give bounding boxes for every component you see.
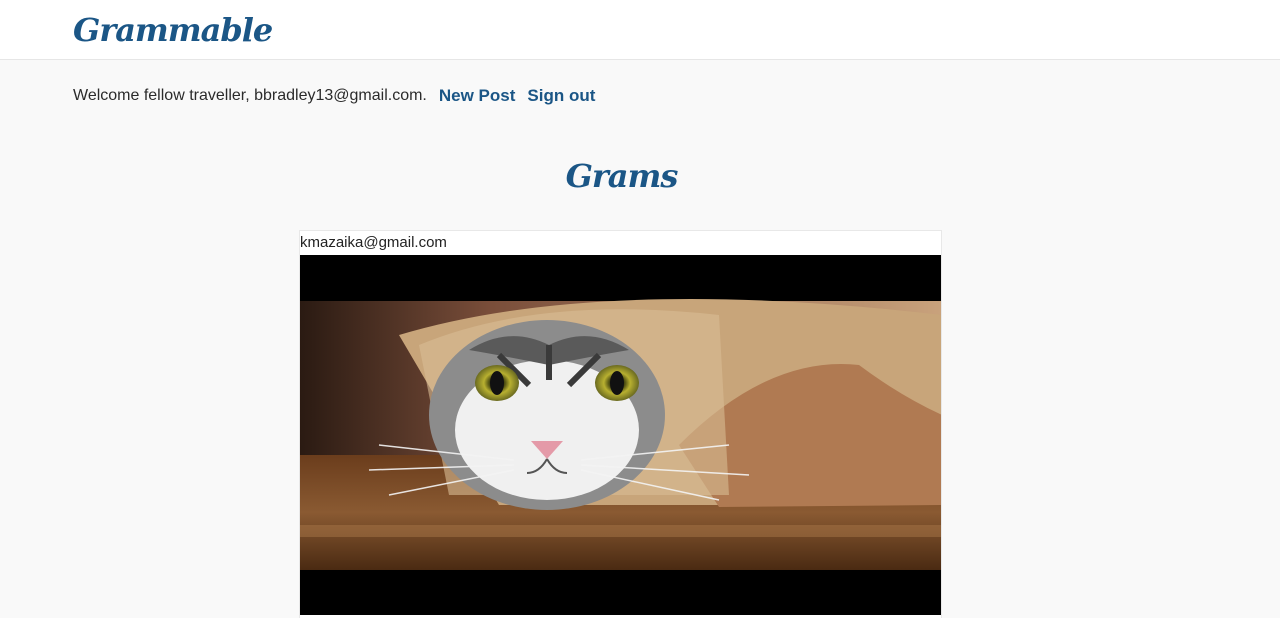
gram-image[interactable] <box>300 255 941 615</box>
cat-photo <box>300 255 941 615</box>
sign-out-link[interactable]: Sign out <box>527 86 595 106</box>
welcome-message: Welcome fellow traveller, bbradley13@gma… <box>73 87 427 104</box>
gram-author: kmazaika@gmail.com <box>300 234 447 251</box>
new-post-link[interactable]: New Post <box>439 86 516 106</box>
gram-card: kmazaika@gmail.com <box>299 230 942 618</box>
page-title: Grams <box>565 157 679 195</box>
welcome-bar: Welcome fellow traveller, bbradley13@gma… <box>73 84 595 108</box>
brand-logo-link[interactable]: Grammable <box>73 8 273 52</box>
top-navbar: Grammable <box>0 0 1280 60</box>
